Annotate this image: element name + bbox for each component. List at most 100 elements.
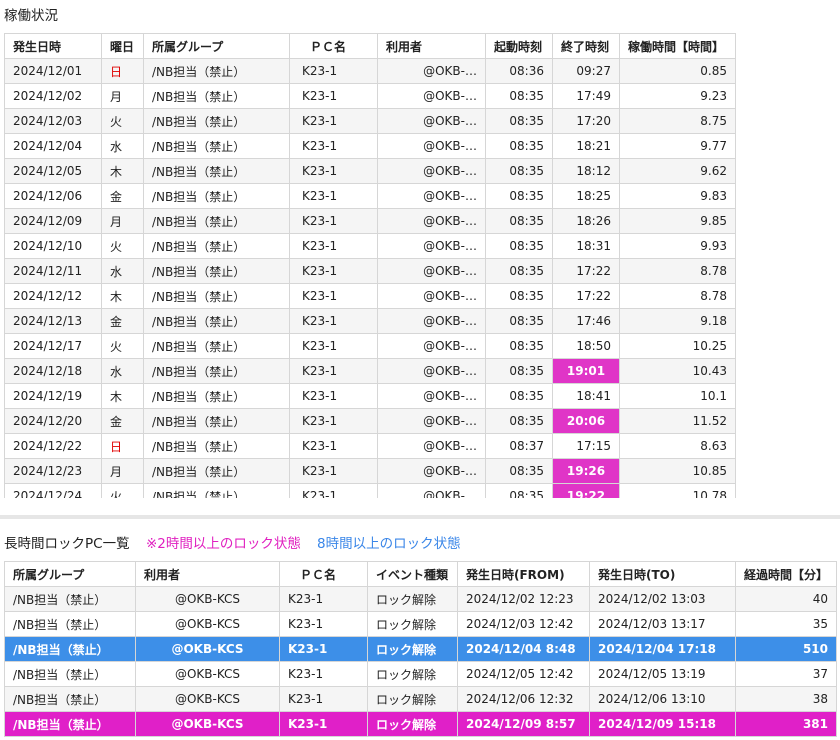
user-cell: @OKB-KCS	[135, 661, 280, 687]
table-row[interactable]: 2024/12/01 日/NB担当（禁止） K23-1 @OKB-… 08:36 09:2…	[4, 58, 736, 84]
group-cell: /NB担当（禁止）	[143, 208, 290, 234]
table-row[interactable]: /NB担当（禁止） @OKB-KCS K23-1 ロック解除 2024/12/05 12…	[4, 661, 838, 687]
date-cell: 2024/12/24	[4, 483, 102, 498]
pc-cell: K23-1	[289, 133, 378, 159]
hours-cell: 9.93	[619, 233, 736, 259]
start-time-cell: 08:35	[485, 283, 553, 309]
long-lock-table-container: 所属グループ 利用者 ＰＣ名 イベント種類 発生日時(FROM) 発生日時(TO…	[4, 561, 840, 737]
col-header-from[interactable]: 発生日時(FROM)	[457, 561, 590, 587]
table-row[interactable]: 2024/12/06 金/NB担当（禁止） K23-1 @OKB-… 08:35 18:2…	[4, 183, 736, 209]
from-cell: 2024/12/06 12:32	[457, 686, 590, 712]
date-cell: 2024/12/02	[4, 83, 102, 109]
table-row[interactable]: /NB担当（禁止） @OKB-KCS K23-1 ロック解除 2024/12/09 8:…	[4, 711, 838, 737]
weekday-cell: 木	[101, 383, 144, 409]
minutes-cell: 37	[734, 661, 838, 687]
weekday-cell: 金	[101, 408, 144, 434]
col-header-group[interactable]: 所属グループ	[4, 561, 136, 587]
date-cell: 2024/12/03	[4, 108, 102, 134]
table-row[interactable]: 2024/12/13 金/NB担当（禁止） K23-1 @OKB-… 08:35 17:4…	[4, 308, 736, 334]
table-row[interactable]: 2024/12/23 月/NB担当（禁止） K23-1 @OKB-… 08:35 19:2…	[4, 458, 736, 484]
from-cell: 2024/12/04 8:48	[457, 636, 590, 662]
user-cell: @OKB-…	[377, 458, 486, 484]
pc-cell: K23-1	[289, 58, 378, 84]
col-header-user[interactable]: 利用者	[377, 33, 486, 59]
table-row[interactable]: 2024/12/20 金/NB担当（禁止） K23-1 @OKB-… 08:35 20:0…	[4, 408, 736, 434]
table-row[interactable]: /NB担当（禁止） @OKB-KCS K23-1 ロック解除 2024/12/04 8:…	[4, 636, 838, 662]
col-header-pc[interactable]: ＰＣ名	[279, 561, 368, 587]
table-row[interactable]: 2024/12/05 木/NB担当（禁止） K23-1 @OKB-… 08:35 18:1…	[4, 158, 736, 184]
section-divider	[0, 515, 840, 519]
col-header-end[interactable]: 終了時刻	[552, 33, 620, 59]
pc-cell: K23-1	[279, 686, 368, 712]
hours-cell: 9.18	[619, 308, 736, 334]
start-time-cell: 08:35	[485, 483, 553, 498]
table-row[interactable]: 2024/12/17 火/NB担当（禁止） K23-1 @OKB-… 08:35 18:5…	[4, 333, 736, 359]
table-row[interactable]: /NB担当（禁止） @OKB-KCS K23-1 ロック解除 2024/12/03 12…	[4, 611, 838, 637]
col-header-pc[interactable]: ＰＣ名	[289, 33, 378, 59]
table-row[interactable]: 2024/12/12 木/NB担当（禁止） K23-1 @OKB-… 08:35 17:2…	[4, 283, 736, 309]
to-cell: 2024/12/09 15:18	[589, 711, 736, 737]
weekday-cell: 水	[101, 133, 144, 159]
date-cell: 2024/12/09	[4, 208, 102, 234]
group-cell: /NB担当（禁止）	[143, 483, 290, 498]
table-row[interactable]: 2024/12/18 水/NB担当（禁止） K23-1 @OKB-… 08:35 19:0…	[4, 358, 736, 384]
end-time-cell: 17:49	[552, 83, 620, 109]
end-time-cell: 09:27	[552, 58, 620, 84]
group-cell: /NB担当（禁止）	[4, 586, 136, 612]
start-time-cell: 08:35	[485, 158, 553, 184]
table-row[interactable]: 2024/12/02 月/NB担当（禁止） K23-1 @OKB-… 08:35 17:4…	[4, 83, 736, 109]
group-cell: /NB担当（禁止）	[143, 358, 290, 384]
date-cell: 2024/12/01	[4, 58, 102, 84]
pc-cell: K23-1	[289, 383, 378, 409]
col-header-hours[interactable]: 稼働時間【時間】	[619, 33, 736, 59]
table-row[interactable]: 2024/12/24 火/NB担当（禁止） K23-1 @OKB-… 08:35 19:2…	[4, 483, 736, 498]
from-cell: 2024/12/05 12:42	[457, 661, 590, 687]
table-row[interactable]: 2024/12/10 火/NB担当（禁止） K23-1 @OKB-… 08:35 18:3…	[4, 233, 736, 259]
operation-status-table: 発生日時 曜日 所属グループ ＰＣ名 利用者 起動時刻 終了時刻 稼働時間【時間…	[4, 33, 736, 498]
hours-cell: 10.78	[619, 483, 736, 498]
table-row[interactable]: /NB担当（禁止） @OKB-KCS K23-1 ロック解除 2024/12/02 12…	[4, 586, 838, 612]
col-header-minutes[interactable]: 経過時間【分】	[734, 561, 838, 587]
group-cell: /NB担当（禁止）	[4, 636, 136, 662]
table-row[interactable]: 2024/12/19 木/NB担当（禁止） K23-1 @OKB-… 08:35 18:4…	[4, 383, 736, 409]
pc-cell: K23-1	[289, 433, 378, 459]
end-time-cell: 18:26	[552, 208, 620, 234]
user-cell: @OKB-…	[377, 158, 486, 184]
table-row[interactable]: 2024/12/09 月/NB担当（禁止） K23-1 @OKB-… 08:35 18:2…	[4, 208, 736, 234]
start-time-cell: 08:35	[485, 358, 553, 384]
pc-cell: K23-1	[289, 108, 378, 134]
col-header-to[interactable]: 発生日時(TO)	[589, 561, 736, 587]
col-header-date[interactable]: 発生日時	[4, 33, 102, 59]
weekday-cell: 金	[101, 183, 144, 209]
end-time-cell: 17:22	[552, 283, 620, 309]
hours-cell: 8.63	[619, 433, 736, 459]
pc-cell: K23-1	[289, 358, 378, 384]
from-cell: 2024/12/03 12:42	[457, 611, 590, 637]
table-row[interactable]: 2024/12/04 水/NB担当（禁止） K23-1 @OKB-… 08:35 18:2…	[4, 133, 736, 159]
table-row[interactable]: 2024/12/03 火/NB担当（禁止） K23-1 @OKB-… 08:35 17:2…	[4, 108, 736, 134]
start-time-cell: 08:36	[485, 58, 553, 84]
user-cell: @OKB-…	[377, 358, 486, 384]
start-time-cell: 08:35	[485, 208, 553, 234]
col-header-weekday[interactable]: 曜日	[101, 33, 144, 59]
weekday-cell: 木	[101, 283, 144, 309]
col-header-start[interactable]: 起動時刻	[485, 33, 553, 59]
operation-status-table-container[interactable]: 発生日時 曜日 所属グループ ＰＣ名 利用者 起動時刻 終了時刻 稼働時間【時間…	[4, 33, 736, 498]
to-cell: 2024/12/06 13:10	[589, 686, 736, 712]
user-cell: @OKB-KCS	[135, 686, 280, 712]
col-header-user[interactable]: 利用者	[135, 561, 280, 587]
weekday-cell: 日	[101, 433, 144, 459]
table-row[interactable]: 2024/12/11 水/NB担当（禁止） K23-1 @OKB-… 08:35 17:2…	[4, 258, 736, 284]
col-header-event[interactable]: イベント種類	[367, 561, 458, 587]
hours-cell: 8.78	[619, 258, 736, 284]
event-cell: ロック解除	[367, 586, 458, 612]
group-cell: /NB担当（禁止）	[143, 258, 290, 284]
table-row[interactable]: 2024/12/22 日/NB担当（禁止） K23-1 @OKB-… 08:37 17:1…	[4, 433, 736, 459]
group-cell: /NB担当（禁止）	[143, 58, 290, 84]
table-row[interactable]: /NB担当（禁止） @OKB-KCS K23-1 ロック解除 2024/12/06 12…	[4, 686, 838, 712]
col-header-group[interactable]: 所属グループ	[143, 33, 290, 59]
start-time-cell: 08:35	[485, 333, 553, 359]
group-cell: /NB担当（禁止）	[143, 383, 290, 409]
start-time-cell: 08:35	[485, 133, 553, 159]
group-cell: /NB担当（禁止）	[143, 83, 290, 109]
